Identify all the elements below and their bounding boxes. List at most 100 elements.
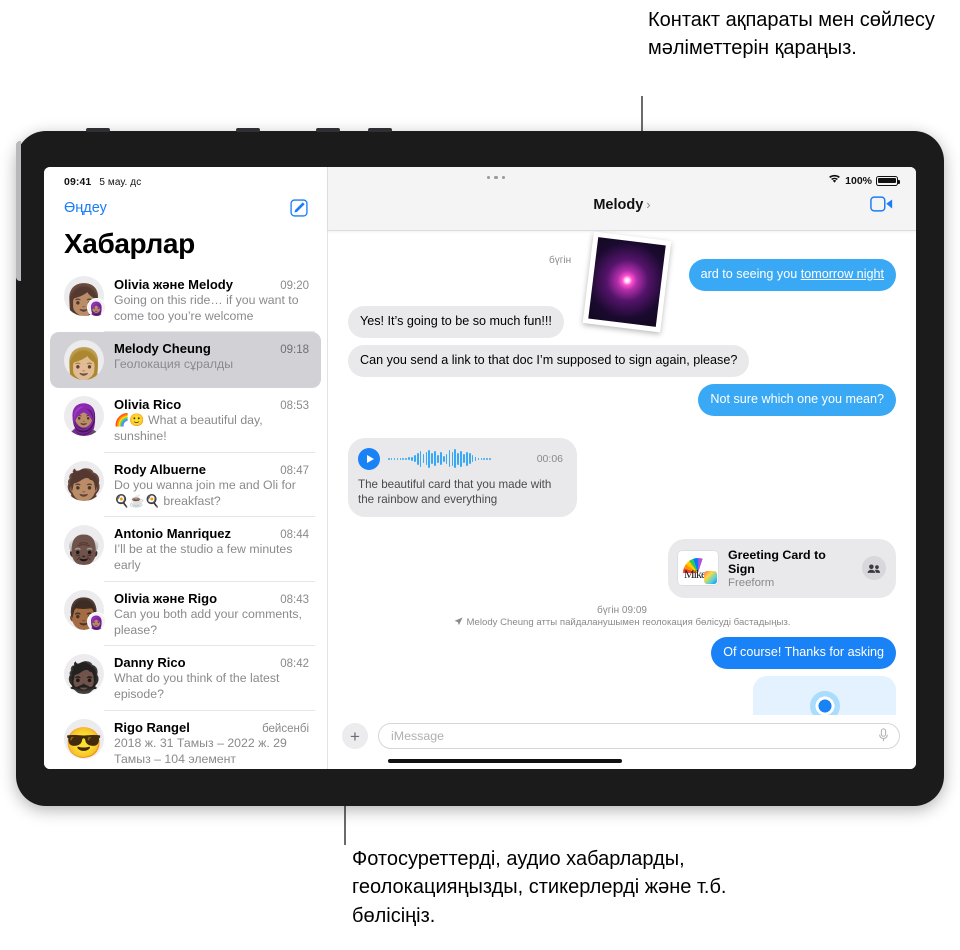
imessage-placeholder: iMessage	[391, 729, 445, 743]
conversation-preview: 2018 ж. 31 Тамыз – 2022 ж. 29 Тамыз – 10…	[114, 735, 287, 766]
home-indicator	[388, 759, 622, 763]
message-input-bar: + iMessage	[328, 715, 916, 755]
conversation-title-button[interactable]: Melody ›	[328, 197, 916, 213]
compose-icon[interactable]	[289, 198, 309, 218]
freeform-app-icon	[704, 571, 717, 585]
conversation-time: 08:44	[280, 529, 309, 542]
avatar-badge: 🧕🏽	[87, 611, 106, 631]
chevron-right-icon: ›	[646, 197, 651, 212]
list-item-body: Rigo Rangel бейсенбі 2018 ж. 31 Тамыз – …	[114, 719, 309, 767]
list-item-header: Antonio Manriquez 08:44	[114, 526, 309, 541]
location-card[interactable]: Сұралды	[753, 675, 896, 715]
day-timestamp: бүгін 09:09	[597, 604, 647, 616]
edit-button[interactable]: Өңдеу	[64, 200, 107, 216]
window-handle-icon[interactable]	[487, 176, 506, 180]
avatar-face: 👴🏿	[65, 533, 103, 566]
conversation-time: 09:18	[280, 344, 309, 357]
play-icon[interactable]	[358, 447, 380, 470]
message-bubble-in[interactable]: Can you send a link to that doc I’m supp…	[343, 344, 750, 377]
conversation-name: Antonio Manriquez	[114, 526, 231, 542]
audio-waveform[interactable]	[388, 449, 529, 469]
facetime-video-icon[interactable]	[870, 195, 894, 213]
location-arrow-icon	[454, 617, 463, 629]
imessage-input[interactable]: iMessage	[378, 723, 900, 749]
message-bubble-in[interactable]: Yes! It’s going to be so much fun!!!	[344, 305, 564, 338]
fireworks-photo[interactable]	[582, 231, 672, 333]
freeform-thumbnail: Mike	[678, 551, 718, 586]
page-title: Хабарлар	[64, 228, 195, 259]
battery-icon	[876, 175, 900, 186]
message-thread[interactable]: бүгін ard to seeing you tomorrow night Y…	[328, 231, 916, 715]
message-link[interactable]: tomorrow night	[801, 267, 884, 281]
plus-icon[interactable]: +	[342, 723, 368, 749]
system-message-text: Melody Cheung атты пайдаланушымен геолок…	[466, 617, 791, 629]
sidebar-toolbar: Өңдеу	[44, 188, 327, 218]
conversation-name: Rigo Rangel	[114, 719, 190, 735]
status-bar-right: 100%	[828, 174, 900, 187]
ipad-screen: 09:41 5 мау. дс Өңдеу Хабарлар 👩🏽 🧕🏽 Oli…	[44, 167, 916, 769]
freeform-thumb-text: Mike	[684, 567, 706, 582]
conversation-name: Danny Rico	[114, 655, 186, 671]
freeform-card-title: Greeting Card to Sign	[728, 547, 826, 576]
conversation-name: Rody Albuerne	[114, 461, 206, 477]
conversation-preview: Going on this ride… if you want to come …	[114, 293, 299, 323]
avatar-face: 🧑🏽	[65, 468, 103, 501]
device-button-2	[236, 128, 260, 132]
callout-top-text: Контакт ақпараты мен сөйлесу мәліметтері…	[648, 9, 935, 60]
audio-duration: 00:06	[536, 452, 563, 465]
list-item[interactable]: 👴🏿 Antonio Manriquez 08:44 I’ll be at th…	[50, 517, 321, 582]
freeform-card[interactable]: Mike Greeting Card to Sign Freeform	[668, 538, 900, 598]
conversation-time: 09:20	[280, 280, 309, 292]
location-target-icon	[809, 690, 840, 715]
message-bubble-out[interactable]: Not sure which one you mean?	[698, 383, 900, 416]
list-item-body: Olivia Rico 08:53 🌈🙂 What a beautiful da…	[114, 396, 309, 444]
conversation-list[interactable]: 👩🏽 🧕🏽 Olivia және Melody 09:20 Going on …	[44, 268, 327, 769]
list-item[interactable]: 🧔🏿 Danny Rico 08:42 What do you think of…	[50, 646, 321, 711]
microphone-icon[interactable]	[878, 727, 889, 745]
fireworks-image	[588, 237, 666, 327]
avatar-badge: 🧕🏽	[87, 298, 106, 317]
avatar: 🧕🏽	[64, 396, 104, 437]
conversation-name: Olivia және Melody	[114, 277, 233, 292]
freeform-card-subtitle: Freeform	[728, 576, 775, 589]
list-item-body: Danny Rico 08:42 What do you think of th…	[114, 654, 309, 702]
ipad-device-frame: 09:41 5 мау. дс Өңдеу Хабарлар 👩🏽 🧕🏽 Oli…	[16, 128, 944, 806]
device-button-3	[316, 128, 340, 132]
conversation-preview: Геолокация сұралды	[114, 357, 234, 372]
conversation-preview: Do you wanna join me and Oli for 🍳☕🍳 bre…	[114, 477, 296, 508]
list-item[interactable]: 👨🏾 🧕🏽 Olivia және Rigo 08:43 Can you bot…	[50, 582, 321, 647]
message-bubble-out[interactable]: Of course! Thanks for asking	[711, 636, 900, 669]
people-icon[interactable]	[862, 556, 886, 581]
list-item-header: Rigo Rangel бейсенбі	[114, 720, 309, 735]
list-item[interactable]: 🧕🏽 Olivia Rico 08:53 🌈🙂 What a beautiful…	[50, 388, 321, 453]
list-item[interactable]: 👩🏽 🧕🏽 Olivia және Melody 09:20 Going on …	[50, 268, 321, 333]
list-item[interactable]: 😎 Rigo Rangel бейсенбі 2018 ж. 31 Тамыз …	[50, 711, 321, 769]
message-bubble-out[interactable]: ard to seeing you tomorrow night	[688, 259, 901, 291]
conversation-preview: 🌈🙂 What a beautiful day, sunshine!	[114, 413, 263, 444]
avatar: 😎	[64, 718, 104, 759]
message-text: ard to seeing you	[700, 267, 801, 281]
messages-sidebar: 09:41 5 мау. дс Өңдеу Хабарлар 👩🏽 🧕🏽 Oli…	[44, 167, 328, 769]
avatar-face: 🧕🏽	[65, 404, 103, 437]
list-item-header: Danny Rico 08:42	[114, 655, 309, 670]
message-row-freeform: Mike Greeting Card to Sign Freeform	[348, 538, 900, 598]
conversation-name: Melody Cheung	[114, 341, 211, 357]
list-item-selected[interactable]: 👩🏼 Melody Cheung 09:18 Геолокация сұралд…	[50, 332, 321, 389]
list-item-header: Olivia және Rigo 08:43	[114, 591, 309, 606]
screenshot-root: Контакт ақпараты мен сөйлесу мәліметтері…	[0, 0, 960, 950]
conversation-time: 08:43	[280, 593, 309, 606]
conversation-pane: 100% Melody › бүгін ard to seeing you to…	[328, 167, 916, 769]
list-item-body: Melody Cheung 09:18 Геолокация сұралды	[114, 340, 309, 380]
message-row-location: Сұралды	[348, 675, 896, 715]
list-item-body: Rody Albuerne 08:47 Do you wanna join me…	[114, 461, 309, 509]
list-item-header: Olivia Rico 08:53	[114, 397, 309, 412]
audio-message-bubble[interactable]: 00:06 The beautiful card that you made w…	[344, 437, 577, 517]
avatar-face: 🧔🏿	[65, 662, 103, 695]
list-item-header: Melody Cheung 09:18	[114, 341, 309, 356]
conversation-name: Olivia Rico	[114, 397, 182, 413]
message-row-out: Of course! Thanks for asking	[348, 636, 900, 669]
list-item-body: Olivia және Melody 09:20 Going on this r…	[114, 276, 309, 324]
avatar-face: 😎	[65, 726, 103, 759]
conversation-header: 100% Melody ›	[328, 167, 916, 231]
list-item[interactable]: 🧑🏽 Rody Albuerne 08:47 Do you wanna join…	[50, 453, 321, 518]
